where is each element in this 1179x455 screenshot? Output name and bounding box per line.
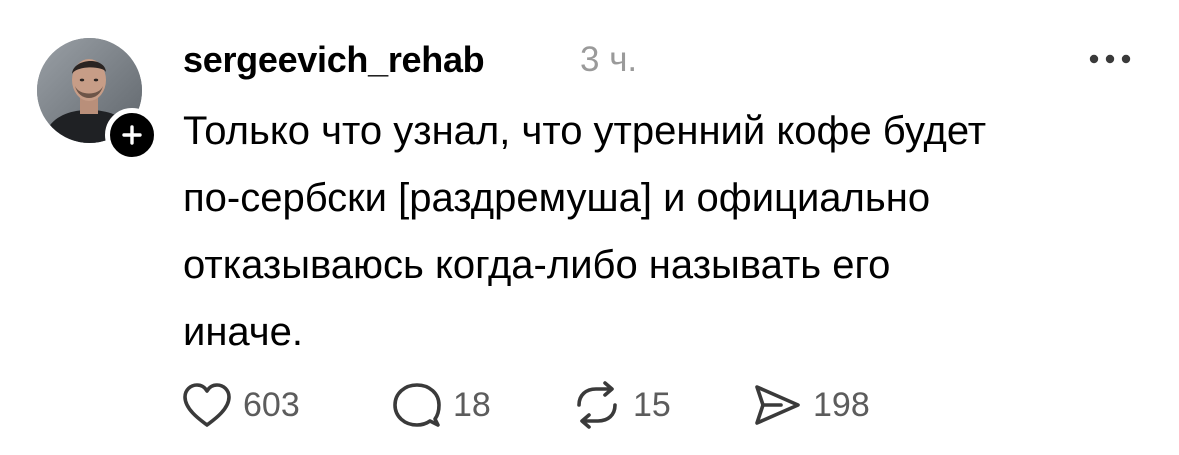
username-link[interactable]: sergeevich_rehab: [183, 38, 485, 82]
comment-bubble-icon: [393, 383, 441, 427]
reply-count: 18: [453, 386, 491, 424]
send-icon: [755, 385, 800, 425]
share-count: 198: [813, 386, 870, 424]
post-actions-bar: 603 18 15 198: [181, 380, 901, 430]
share-button[interactable]: 198: [751, 380, 901, 430]
more-options-button[interactable]: [1085, 42, 1135, 76]
plus-icon: [122, 125, 142, 145]
follow-button[interactable]: [105, 108, 159, 162]
post-body-text: Только что узнал, что утренний кофе буде…: [183, 109, 987, 354]
repost-icon: [577, 381, 617, 429]
reply-button[interactable]: 18: [391, 380, 571, 430]
like-count: 603: [243, 386, 300, 424]
heart-icon: [183, 383, 231, 427]
thread-post: sergeevich_rehab 3 ч. Только что узнал, …: [0, 0, 1179, 455]
repost-count: 15: [633, 386, 671, 424]
repost-button[interactable]: 15: [571, 380, 751, 430]
like-button[interactable]: 603: [181, 380, 391, 430]
more-horizontal-icon: [1089, 54, 1131, 64]
avatar-container[interactable]: [37, 38, 159, 162]
post-timestamp: 3 ч.: [580, 40, 638, 79]
